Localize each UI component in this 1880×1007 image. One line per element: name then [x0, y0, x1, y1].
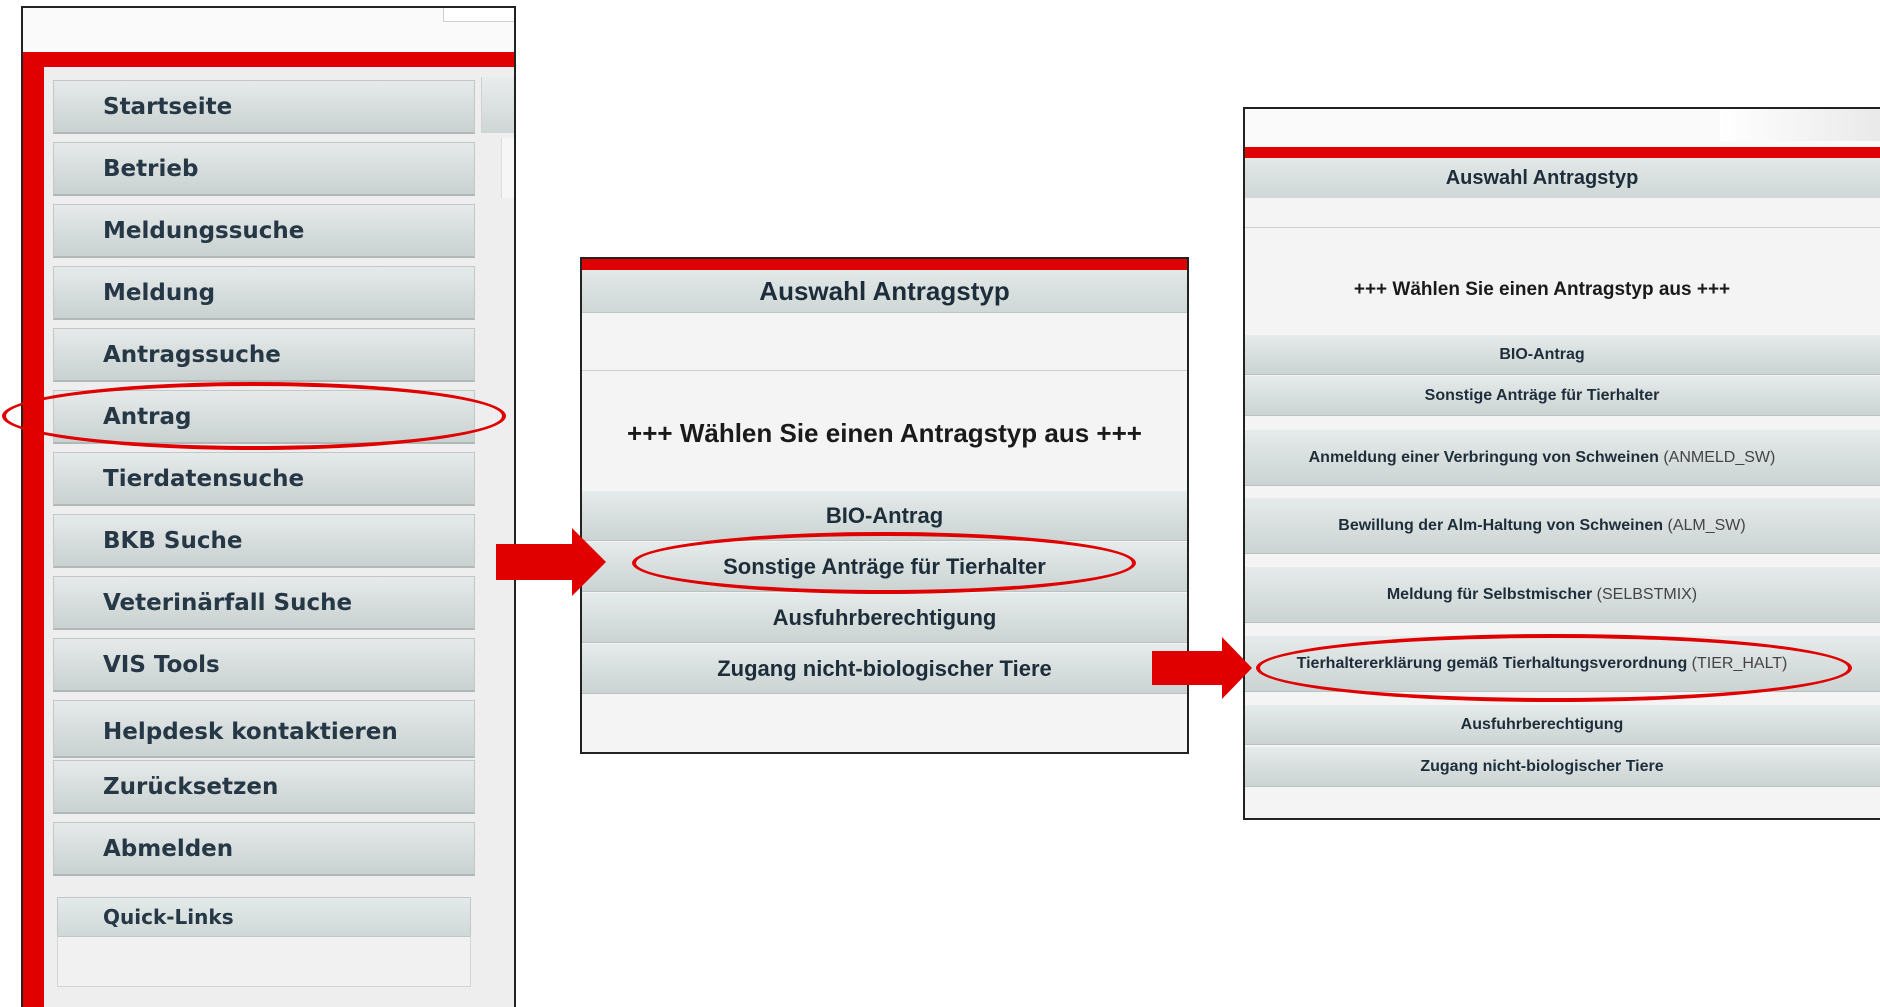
sidebar-item-label: Veterinärfall Suche [103, 590, 353, 616]
button-label: Bewillung der Alm-Haltung von Schweinen [1338, 517, 1664, 534]
sidebar-item-label: Zurücksetzen [103, 774, 279, 800]
sidebar-red-left-border [23, 52, 44, 1007]
button-label: Anmeldung einer Verbringung von Schweine… [1308, 449, 1659, 466]
panel-empty-row [582, 337, 1187, 371]
highlight-ellipse-tierhaltererklaerung [1256, 634, 1852, 702]
zugang-nicht-biologischer-tiere-button[interactable]: Zugang nicht-biologischer Tiere [582, 644, 1187, 694]
panel-top-gradient [1720, 109, 1880, 141]
sidebar-item-label: VIS Tools [103, 652, 220, 678]
button-label: BIO-Antrag [1499, 346, 1585, 363]
antragstyp-panel-expanded: Auswahl Antragstyp +++ Wählen Sie einen … [1243, 107, 1880, 820]
button-label: Meldung für Selbstmischer [1386, 586, 1593, 603]
panel-header: Auswahl Antragstyp [582, 270, 1187, 313]
zugang-nicht-biologischer-tiere-button[interactable]: Zugang nicht-biologischer Tiere [1245, 747, 1880, 787]
quick-links-box [57, 937, 471, 987]
panel-title: Auswahl Antragstyp [759, 276, 1010, 306]
panel-red-border [582, 259, 1187, 270]
highlight-ellipse-antrag [2, 382, 506, 450]
sidebar-item-label: Betrieb [103, 156, 199, 182]
quick-links-label: Quick-Links [103, 905, 234, 929]
sidebar-item-label: Meldung [103, 280, 216, 306]
content-area-tab-edge [481, 77, 514, 133]
panel-red-border [1245, 147, 1880, 158]
red-arrow-right-icon [1152, 637, 1252, 699]
button-code: (ALM_SW) [1667, 517, 1746, 534]
highlight-ellipse-sonstige-antraege [632, 532, 1136, 594]
button-label: Ausfuhrberechtigung [772, 605, 997, 630]
sidebar-panel: Startseite Betrieb Meldungssuche Meldung… [21, 6, 516, 1007]
sidebar-red-top-border [23, 52, 514, 67]
bio-antrag-button[interactable]: BIO-Antrag [1245, 335, 1880, 375]
antragstyp-panel-small: Auswahl Antragstyp +++ Wählen Sie einen … [580, 257, 1189, 754]
sidebar-item-meldung[interactable]: Meldung [53, 266, 475, 320]
sidebar-item-label: Helpdesk kontaktieren [103, 719, 398, 745]
sidebar-item-tierdatensuche[interactable]: Tierdatensuche [53, 452, 475, 506]
sidebar-top-box [443, 8, 514, 22]
sidebar-item-antragssuche[interactable]: Antragssuche [53, 328, 475, 382]
panel-header: Auswahl Antragstyp [1245, 158, 1880, 198]
sidebar-item-label: BKB Suche [103, 528, 243, 554]
anmeldung-verbringung-schweine-button[interactable]: Anmeldung einer Verbringung von Schweine… [1245, 430, 1880, 486]
sidebar-item-label: Startseite [103, 94, 233, 120]
alm-haltung-schweine-button[interactable]: Bewillung der Alm-Haltung von Schweinen … [1245, 498, 1880, 554]
content-area-edge [501, 138, 514, 198]
sidebar-item-startseite[interactable]: Startseite [53, 80, 475, 134]
button-label: Zugang nicht-biologischer Tiere [1420, 758, 1664, 775]
sidebar-item-label: Abmelden [103, 836, 234, 862]
quick-links-header[interactable]: Quick-Links [57, 897, 471, 937]
sidebar-item-helpdesk[interactable]: Helpdesk kontaktieren [53, 700, 475, 758]
sonstige-antraege-button[interactable]: Sonstige Anträge für Tierhalter [1245, 376, 1880, 416]
sidebar-item-meldungssuche[interactable]: Meldungssuche [53, 204, 475, 258]
button-label: Sonstige Anträge für Tierhalter [1424, 387, 1660, 404]
sidebar-item-betrieb[interactable]: Betrieb [53, 142, 475, 196]
antragstyp-prompt: +++ Wählen Sie einen Antragstyp aus +++ [1353, 279, 1731, 300]
sidebar-item-label: Antragssuche [103, 342, 281, 368]
sidebar-item-label: Meldungssuche [103, 218, 305, 244]
button-code: (SELBSTMIX) [1596, 586, 1698, 603]
panel-empty-row [1245, 198, 1880, 228]
button-label: Zugang nicht-biologischer Tiere [717, 656, 1052, 681]
ausfuhrberechtigung-button[interactable]: Ausfuhrberechtigung [582, 593, 1187, 643]
red-arrow-right-icon [496, 528, 606, 596]
sidebar-item-zuruecksetzen[interactable]: Zurücksetzen [53, 760, 475, 814]
sidebar-item-veterinaerfall-suche[interactable]: Veterinärfall Suche [53, 576, 475, 630]
sidebar-top-bar [23, 8, 514, 52]
ausfuhrberechtigung-button[interactable]: Ausfuhrberechtigung [1245, 705, 1880, 745]
sidebar-item-abmelden[interactable]: Abmelden [53, 822, 475, 876]
antragstyp-prompt: +++ Wählen Sie einen Antragstyp aus +++ [627, 418, 1142, 448]
sidebar-item-vis-tools[interactable]: VIS Tools [53, 638, 475, 692]
button-label: Ausfuhrberechtigung [1460, 716, 1624, 733]
button-code: (ANMELD_SW) [1663, 449, 1776, 466]
sidebar-item-label: Tierdatensuche [103, 466, 305, 492]
panel-title: Auswahl Antragstyp [1445, 167, 1639, 189]
sidebar-item-bkb-suche[interactable]: BKB Suche [53, 514, 475, 568]
meldung-selbstmischer-button[interactable]: Meldung für Selbstmischer (SELBSTMIX) [1245, 567, 1880, 623]
